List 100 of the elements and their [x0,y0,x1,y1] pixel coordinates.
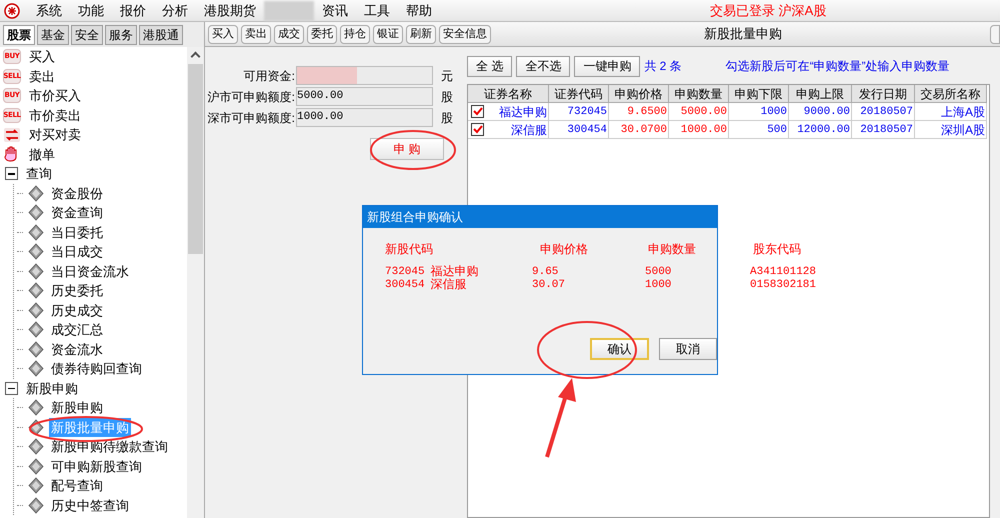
sidebar-item[interactable]: 对买对卖 [29,125,81,144]
sidebar-tab[interactable]: 服务 [105,25,137,45]
column-header[interactable]: 申购价格 [609,85,669,102]
diamond-icon [27,282,45,300]
menu-item[interactable]: 系统 [28,0,70,20]
diamond-icon [27,477,45,494]
dialog-holder: A341101128 [750,266,816,279]
column-header[interactable]: 证券代码 [549,85,609,102]
tree-item[interactable]: 配号查询 [49,476,105,496]
action-button[interactable]: 一键申购 [574,56,640,76]
column-header[interactable]: 申购下限 [729,85,789,102]
menu-item[interactable]: 工具 [356,0,398,20]
table-cell: 20180507 [852,121,915,138]
dialog-button[interactable]: 取消 [658,338,717,360]
tree-group-label[interactable]: 新股申购 [26,378,78,398]
sidebar-item[interactable]: 卖出 [29,66,55,86]
column-header[interactable]: 发行日期 [852,85,915,102]
sidebar-item[interactable]: 买入 [29,47,55,66]
toolbar-button[interactable]: 买入 [208,24,238,44]
panel-title: 新股批量申购 [704,25,782,44]
tree-item[interactable]: 成交汇总 [49,320,105,340]
row-checkbox[interactable] [471,105,484,118]
submit-button[interactable]: 申 购 [370,138,444,160]
column-header[interactable]: 交易所名称 [915,85,987,102]
hint-text: 勾选新股后可在“申购数量”处输入申购数量 [726,58,950,75]
collapse-toggle[interactable] [5,382,18,395]
diamond-icon [27,438,45,456]
app-logo-icon [4,2,20,18]
dialog-quantity: 1000 [645,279,672,292]
dialog-price: 30.07 [532,279,566,292]
swap-arrows-icon [3,126,21,143]
table-cell: 9.6500 [609,103,669,120]
diamond-icon [27,321,45,338]
diamond-icon [27,243,45,260]
column-header[interactable]: 申购上限 [789,85,852,102]
tree-item[interactable]: 资金股份 [49,184,105,203]
menu-item[interactable]: 功能 [70,0,112,20]
dialog-code: 732045 [385,266,425,279]
sidebar-item[interactable]: 市价卖出 [29,106,81,125]
toolbar-button[interactable]: 成交 [274,24,304,44]
collapse-toggle[interactable] [5,167,18,180]
tree-item[interactable]: 历史中签查询 [49,496,131,515]
tree-item[interactable]: 新股申购待缴款查询 [49,437,170,456]
table-cell: 30.0700 [609,121,669,138]
sidebar-tab[interactable]: 股票 [3,25,35,45]
dialog-title: 新股组合申购确认 [367,209,463,226]
table-cell: 5000.00 [669,103,729,120]
table-cell: 上海A股 [915,103,987,120]
dialog-column-header: 新股代码 [385,241,434,258]
sidebar-item[interactable]: 撤单 [29,144,55,164]
tree-item[interactable]: 可申购新股查询 [49,456,144,476]
tree-item[interactable]: 新股申购 [49,398,105,418]
input-field[interactable] [296,66,433,85]
toolbar-button[interactable]: 刷新 [406,24,436,44]
dialog-name: 福达申购 [430,266,479,279]
unit-label: 股 [441,110,453,126]
row-checkbox[interactable] [471,123,484,136]
tree-item[interactable]: 历史成交 [49,300,105,320]
column-header[interactable]: 申购数量 [669,85,729,102]
tree-item[interactable]: 资金流水 [49,340,105,359]
menu-item[interactable]: 帮助 [398,0,440,20]
menu-item[interactable]: 分析 [154,0,196,20]
input-field[interactable]: 1000.00 [296,108,433,127]
toolbar-button[interactable]: 安全信息 [439,24,491,44]
tree-item[interactable]: 历史委托 [49,281,105,300]
tree-item[interactable]: 资金查询 [49,203,105,222]
menu-item[interactable]: 报价 [112,0,154,20]
field-label: 沪市可申购额度: [206,88,295,106]
table-cell: 9000.00 [789,103,852,120]
tree-group-label[interactable]: 查询 [26,164,52,184]
toolbar-button[interactable]: 卖出 [241,24,271,44]
dialog-name: 深信服 [430,279,467,292]
action-button[interactable]: 全不选 [516,56,570,76]
dialog-button[interactable]: 确认 [590,338,649,360]
tree-item[interactable]: 当日成交 [49,242,105,262]
scrollbar[interactable] [187,47,204,518]
tree-item[interactable]: 当日资金流水 [49,262,131,281]
sidebar-tab[interactable]: 安全 [71,25,103,45]
table-cell: 20180507 [852,103,915,120]
column-header[interactable]: 证券名称 [468,85,549,102]
input-field[interactable]: 5000.00 [296,87,433,106]
sidebar-tab[interactable]: 港股通 [139,25,183,45]
dialog-column-header: 股东代码 [753,241,801,258]
diamond-icon [27,224,45,241]
diamond-icon [27,340,45,358]
redaction-patch [264,0,314,20]
toolbar-button[interactable]: 银证 [373,24,403,44]
unit-label: 股 [441,88,453,106]
sidebar-item[interactable]: 市价买入 [29,86,81,106]
action-button[interactable]: 全 选 [467,56,512,76]
tree-item[interactable]: 当日委托 [49,222,105,242]
toolbar-button[interactable]: 持仓 [340,24,370,44]
sidebar-tab[interactable]: 基金 [37,25,69,45]
table-cell: 300454 [549,121,609,138]
menu-item[interactable]: 港股期货 [196,0,264,20]
diamond-icon [27,184,45,202]
tree-item[interactable]: 债券待购回查询 [49,359,144,378]
toolbar-button[interactable]: 委托 [307,24,337,44]
menu-item[interactable]: 资讯 [314,0,356,20]
dialog-code: 300454 [385,279,425,292]
